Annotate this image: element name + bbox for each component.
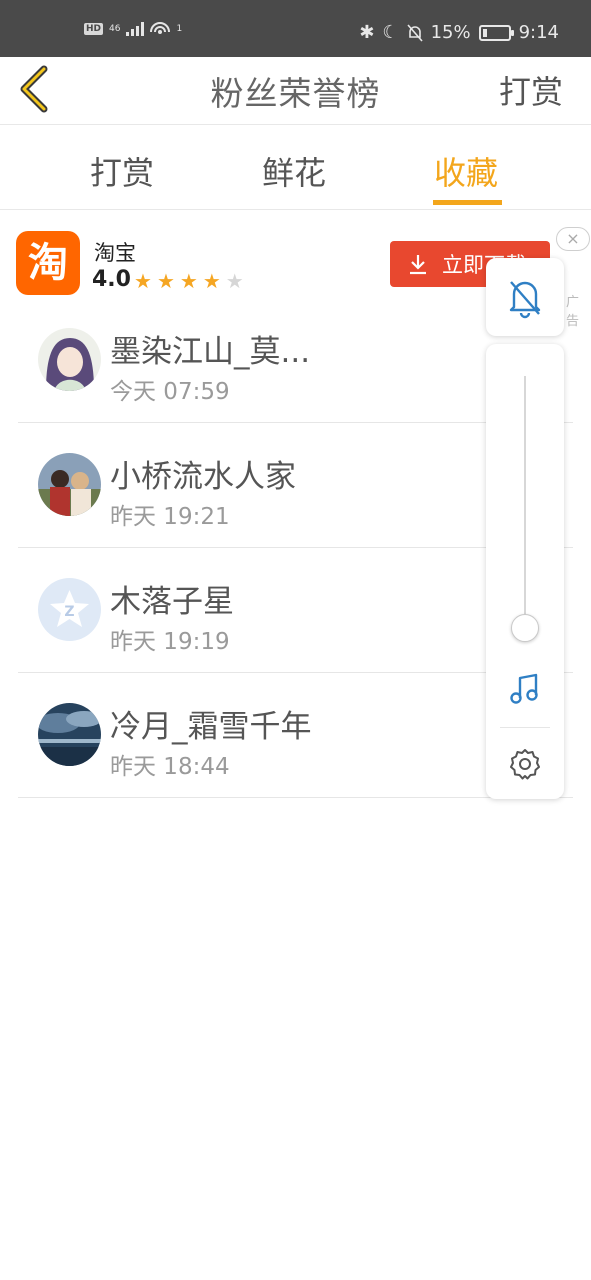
panel-divider — [500, 727, 550, 728]
star-icon: ★ — [179, 269, 203, 293]
music-icon[interactable] — [508, 672, 542, 706]
star-icon: ★ — [202, 269, 226, 293]
star-icon: ★ — [156, 269, 180, 293]
battery-percent: 15% — [430, 22, 471, 43]
hd-badge: HD — [84, 23, 104, 35]
fan-time: 今天 07:59 — [110, 379, 230, 405]
status-right: ✱ ☾ 15% 9:14 — [359, 22, 559, 43]
header: 粉丝荣誉榜 打赏 — [0, 57, 591, 125]
clock: 9:14 — [518, 22, 559, 43]
battery-icon — [478, 24, 514, 41]
fan-name: 墨染江山_莫... — [110, 334, 311, 370]
ad-close-button[interactable]: × — [556, 227, 590, 251]
tab-bar: 打赏 鲜花 收藏 — [0, 126, 591, 210]
fan-time: 昨天 18:44 — [110, 754, 230, 780]
taobao-logo: 淘 — [16, 231, 80, 295]
hotspot-count: 1 — [176, 23, 183, 34]
hotspot-icon — [150, 22, 171, 34]
fan-time: 昨天 19:21 — [110, 504, 230, 530]
fan-name: 木落子星 — [110, 584, 234, 620]
notification-toggle-button[interactable] — [486, 258, 564, 336]
avatar: Z — [38, 578, 101, 641]
qq-default-avatar-icon: Z — [38, 578, 101, 641]
fan-time: 昨天 19:19 — [110, 629, 230, 655]
star-icon: ★ — [134, 269, 157, 293]
avatar — [38, 328, 101, 391]
anime-girl-avatar-icon — [38, 328, 101, 391]
ad-app-name: 淘宝 — [94, 241, 136, 265]
volume-slider-track[interactable] — [524, 376, 526, 638]
bluetooth-icon: ✱ — [359, 22, 375, 43]
status-left: HD 46 1 — [84, 20, 182, 38]
battery-fill — [482, 28, 487, 37]
bell-off-icon — [406, 23, 423, 42]
moon-icon: ☾ — [382, 22, 399, 43]
signal-icon — [126, 22, 145, 36]
reward-action-button[interactable]: 打赏 — [499, 67, 563, 113]
tab-reward[interactable]: 打赏 — [90, 148, 154, 194]
cloud-scene-avatar-icon — [38, 703, 101, 766]
ad-rating: 4.0 — [92, 267, 131, 292]
svg-text:Z: Z — [64, 604, 74, 620]
network-type: 46 — [109, 23, 121, 34]
avatar — [38, 703, 101, 766]
star-rating: ★★★★★ — [134, 269, 249, 293]
tab-favorites[interactable]: 收藏 — [434, 148, 498, 194]
bell-muted-icon — [509, 281, 541, 319]
couple-avatar-icon — [38, 453, 101, 516]
gear-icon[interactable] — [508, 747, 542, 781]
active-tab-indicator — [433, 200, 502, 205]
volume-slider-thumb[interactable] — [511, 613, 539, 642]
tab-flowers[interactable]: 鲜花 — [262, 148, 326, 194]
avatar — [38, 453, 101, 516]
download-icon — [410, 255, 426, 275]
status-bar: HD 46 1 ✱ ☾ 15% 9:14 — [0, 0, 591, 57]
fan-name: 冷月_霜雪千年 — [110, 709, 312, 745]
star-empty-icon: ★ — [225, 269, 249, 293]
fan-name: 小桥流水人家 — [110, 459, 296, 495]
media-control-panel — [486, 344, 564, 799]
